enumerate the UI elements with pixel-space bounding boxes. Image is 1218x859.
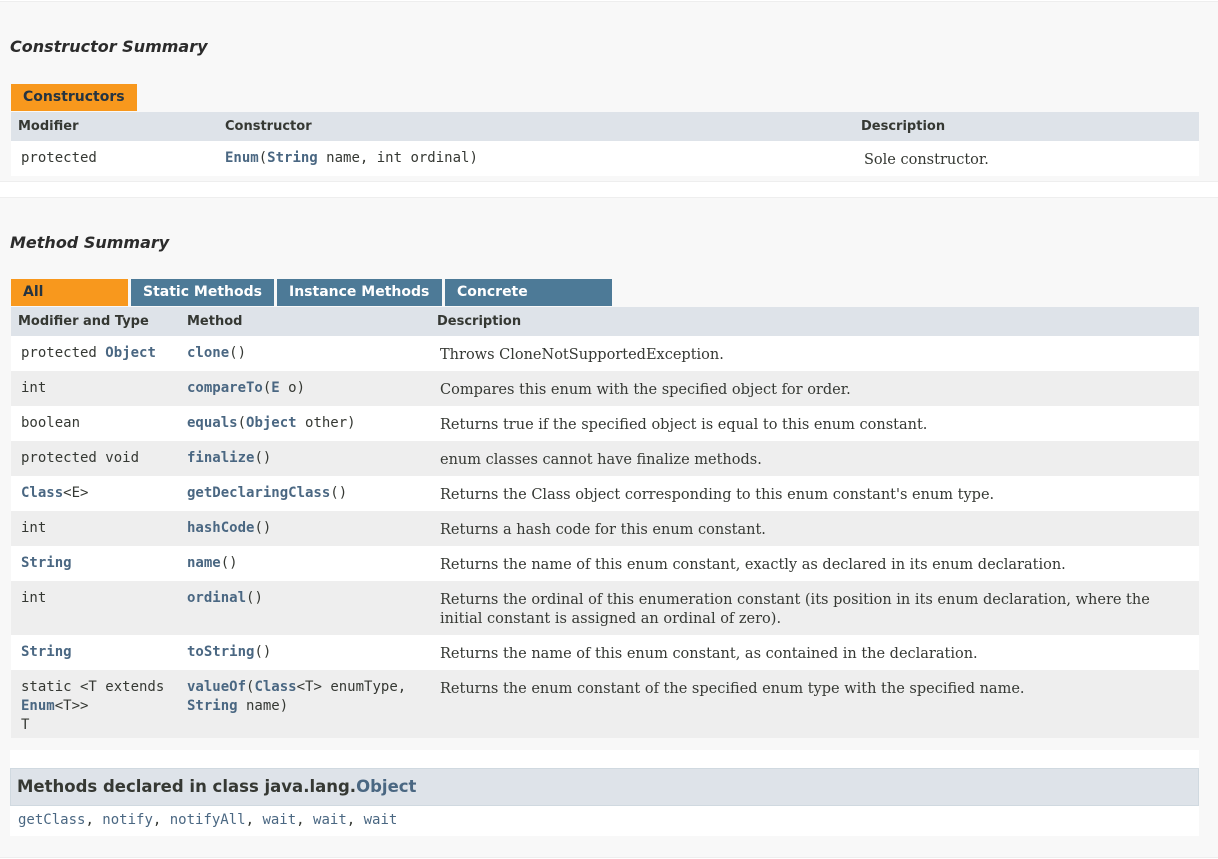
method-signature: compareTo(E o) bbox=[187, 380, 306, 396]
type-link[interactable]: Object bbox=[246, 415, 297, 431]
inherited-method-link[interactable]: notifyAll bbox=[170, 812, 246, 828]
tab-static-methods[interactable]: Static Methods bbox=[131, 279, 274, 306]
type-link[interactable]: String bbox=[21, 555, 72, 571]
type-link[interactable]: String bbox=[21, 644, 72, 660]
table-row: String name() Returns the name of this e… bbox=[11, 546, 1199, 581]
inherited-method-link[interactable]: getClass bbox=[18, 812, 85, 828]
method-signature: hashCode() bbox=[187, 520, 272, 536]
inherited-method-link[interactable]: wait bbox=[262, 812, 296, 828]
method-description: Returns the name of this enum constant, … bbox=[440, 557, 1066, 573]
table-row: String toString() Returns the name of th… bbox=[11, 635, 1199, 670]
inherited-method-link[interactable]: wait bbox=[313, 812, 347, 828]
method-description: Returns true if the specified object is … bbox=[440, 417, 928, 433]
type-link[interactable]: Object bbox=[105, 345, 156, 361]
method-signature: toString() bbox=[187, 644, 272, 660]
method-link-valueof[interactable]: valueOf bbox=[187, 679, 246, 695]
tab-concrete-methods[interactable]: Concrete Methods bbox=[445, 279, 612, 327]
method-modifier: String bbox=[21, 643, 72, 662]
method-description: Returns the Class object corresponding t… bbox=[440, 487, 995, 503]
method-signature: getDeclaringClass() bbox=[187, 485, 348, 501]
table-row: int ordinal() Returns the ordinal of thi… bbox=[11, 581, 1199, 635]
method-modifier: protected void bbox=[21, 450, 140, 466]
method-signature: valueOf(Class<T> enumType, String name) bbox=[187, 679, 407, 714]
type-link[interactable]: String bbox=[267, 150, 318, 166]
method-signature: ordinal() bbox=[187, 590, 263, 606]
constructor-modifier: protected bbox=[21, 150, 97, 166]
method-summary-title: Method Summary bbox=[10, 233, 170, 252]
inherited-methods-title: Methods declared in class java.lang.Obje… bbox=[17, 777, 417, 796]
method-link-hashcode[interactable]: hashCode bbox=[187, 520, 254, 536]
method-link-getdeclaringclass[interactable]: getDeclaringClass bbox=[187, 485, 330, 501]
method-description: enum classes cannot have finalize method… bbox=[440, 452, 762, 468]
table-row: int compareTo(E o) Compares this enum wi… bbox=[11, 371, 1199, 406]
header-description: Description bbox=[861, 119, 946, 134]
constructor-link[interactable]: Enum bbox=[225, 150, 259, 166]
inherited-method-link[interactable]: notify bbox=[102, 812, 153, 828]
table-row: static <T extends Enum<T>> T valueOf(Class… bbox=[11, 670, 1199, 738]
constructor-signature: Enum(String name, int ordinal) bbox=[225, 150, 478, 166]
method-link-equals[interactable]: equals bbox=[187, 415, 238, 431]
method-description: Returns the enum constant of the specifi… bbox=[440, 681, 1025, 697]
method-modifier: Class<E> bbox=[21, 485, 89, 501]
header-modifier-type: Modifier and Type bbox=[18, 314, 149, 329]
constructor-summary-section: Constructor Summary Constructors Modifie… bbox=[0, 1, 1218, 182]
constructor-summary-title: Constructor Summary bbox=[10, 37, 208, 56]
table-row: protected Enum(String name, int ordinal)… bbox=[11, 141, 1199, 176]
type-link[interactable]: Class bbox=[21, 485, 63, 501]
inherited-methods-block: Methods declared in class java.lang.Obje… bbox=[10, 750, 1199, 836]
method-description: Returns the name of this enum constant, … bbox=[440, 646, 978, 662]
header-constructor: Constructor bbox=[225, 119, 312, 134]
table-row: boolean equals(Object other) Returns tru… bbox=[11, 406, 1199, 441]
inherited-method-link[interactable]: wait bbox=[364, 812, 398, 828]
type-link[interactable]: E bbox=[271, 380, 279, 396]
tab-constructors[interactable]: Constructors bbox=[11, 84, 137, 111]
method-modifier: String bbox=[21, 554, 72, 573]
method-link-compareto[interactable]: compareTo bbox=[187, 380, 263, 396]
table-row: Class<E> getDeclaringClass() Returns the… bbox=[11, 476, 1199, 511]
method-signature: clone() bbox=[187, 345, 247, 361]
method-link-ordinal[interactable]: ordinal bbox=[187, 590, 246, 606]
method-modifier: protected Object bbox=[21, 345, 156, 361]
method-link-finalize[interactable]: finalize bbox=[187, 450, 254, 466]
method-modifier: int bbox=[21, 590, 47, 606]
header-description: Description bbox=[437, 314, 522, 329]
table-row: protected void finalize() enum classes c… bbox=[11, 441, 1199, 476]
method-modifier: boolean bbox=[21, 415, 81, 431]
method-description: Throws CloneNotSupportedException. bbox=[440, 347, 724, 363]
tab-instance-methods[interactable]: Instance Methods bbox=[277, 279, 442, 306]
constructor-description: Sole constructor. bbox=[864, 152, 989, 168]
method-link-clone[interactable]: clone bbox=[187, 345, 229, 361]
constructor-table-header: Modifier Constructor Description bbox=[11, 112, 1199, 141]
method-table-header: Modifier and Type Method Description bbox=[11, 307, 1199, 336]
method-modifier: int bbox=[21, 520, 47, 536]
inherited-methods-list: getClass, notify, notifyAll, wait, wait,… bbox=[18, 812, 398, 828]
method-signature: equals(Object other) bbox=[187, 415, 356, 431]
type-link[interactable]: Enum bbox=[21, 698, 55, 714]
type-link[interactable]: Class bbox=[254, 679, 296, 695]
method-description: Compares this enum with the specified ob… bbox=[440, 382, 851, 398]
header-method: Method bbox=[187, 314, 243, 329]
method-signature: finalize() bbox=[187, 450, 272, 466]
header-modifier: Modifier bbox=[18, 119, 79, 134]
method-description: Returns the ordinal of this enumeration … bbox=[440, 592, 1150, 627]
method-link-name[interactable]: name bbox=[187, 555, 221, 571]
object-class-link[interactable]: Object bbox=[356, 777, 416, 796]
type-link[interactable]: String bbox=[187, 698, 238, 714]
table-row: protected Object clone() Throws CloneNot… bbox=[11, 336, 1199, 371]
method-modifier: int bbox=[21, 380, 47, 396]
method-signature: name() bbox=[187, 555, 238, 571]
inherited-methods-header: Methods declared in class java.lang.Obje… bbox=[10, 768, 1199, 806]
table-row: int hashCode() Returns a hash code for t… bbox=[11, 511, 1199, 546]
tab-all-methods[interactable]: All Methods bbox=[11, 279, 128, 327]
method-link-tostring[interactable]: toString bbox=[187, 644, 254, 660]
method-modifier: static <T extends Enum<T>> T bbox=[21, 679, 165, 733]
method-description: Returns a hash code for this enum consta… bbox=[440, 522, 766, 538]
